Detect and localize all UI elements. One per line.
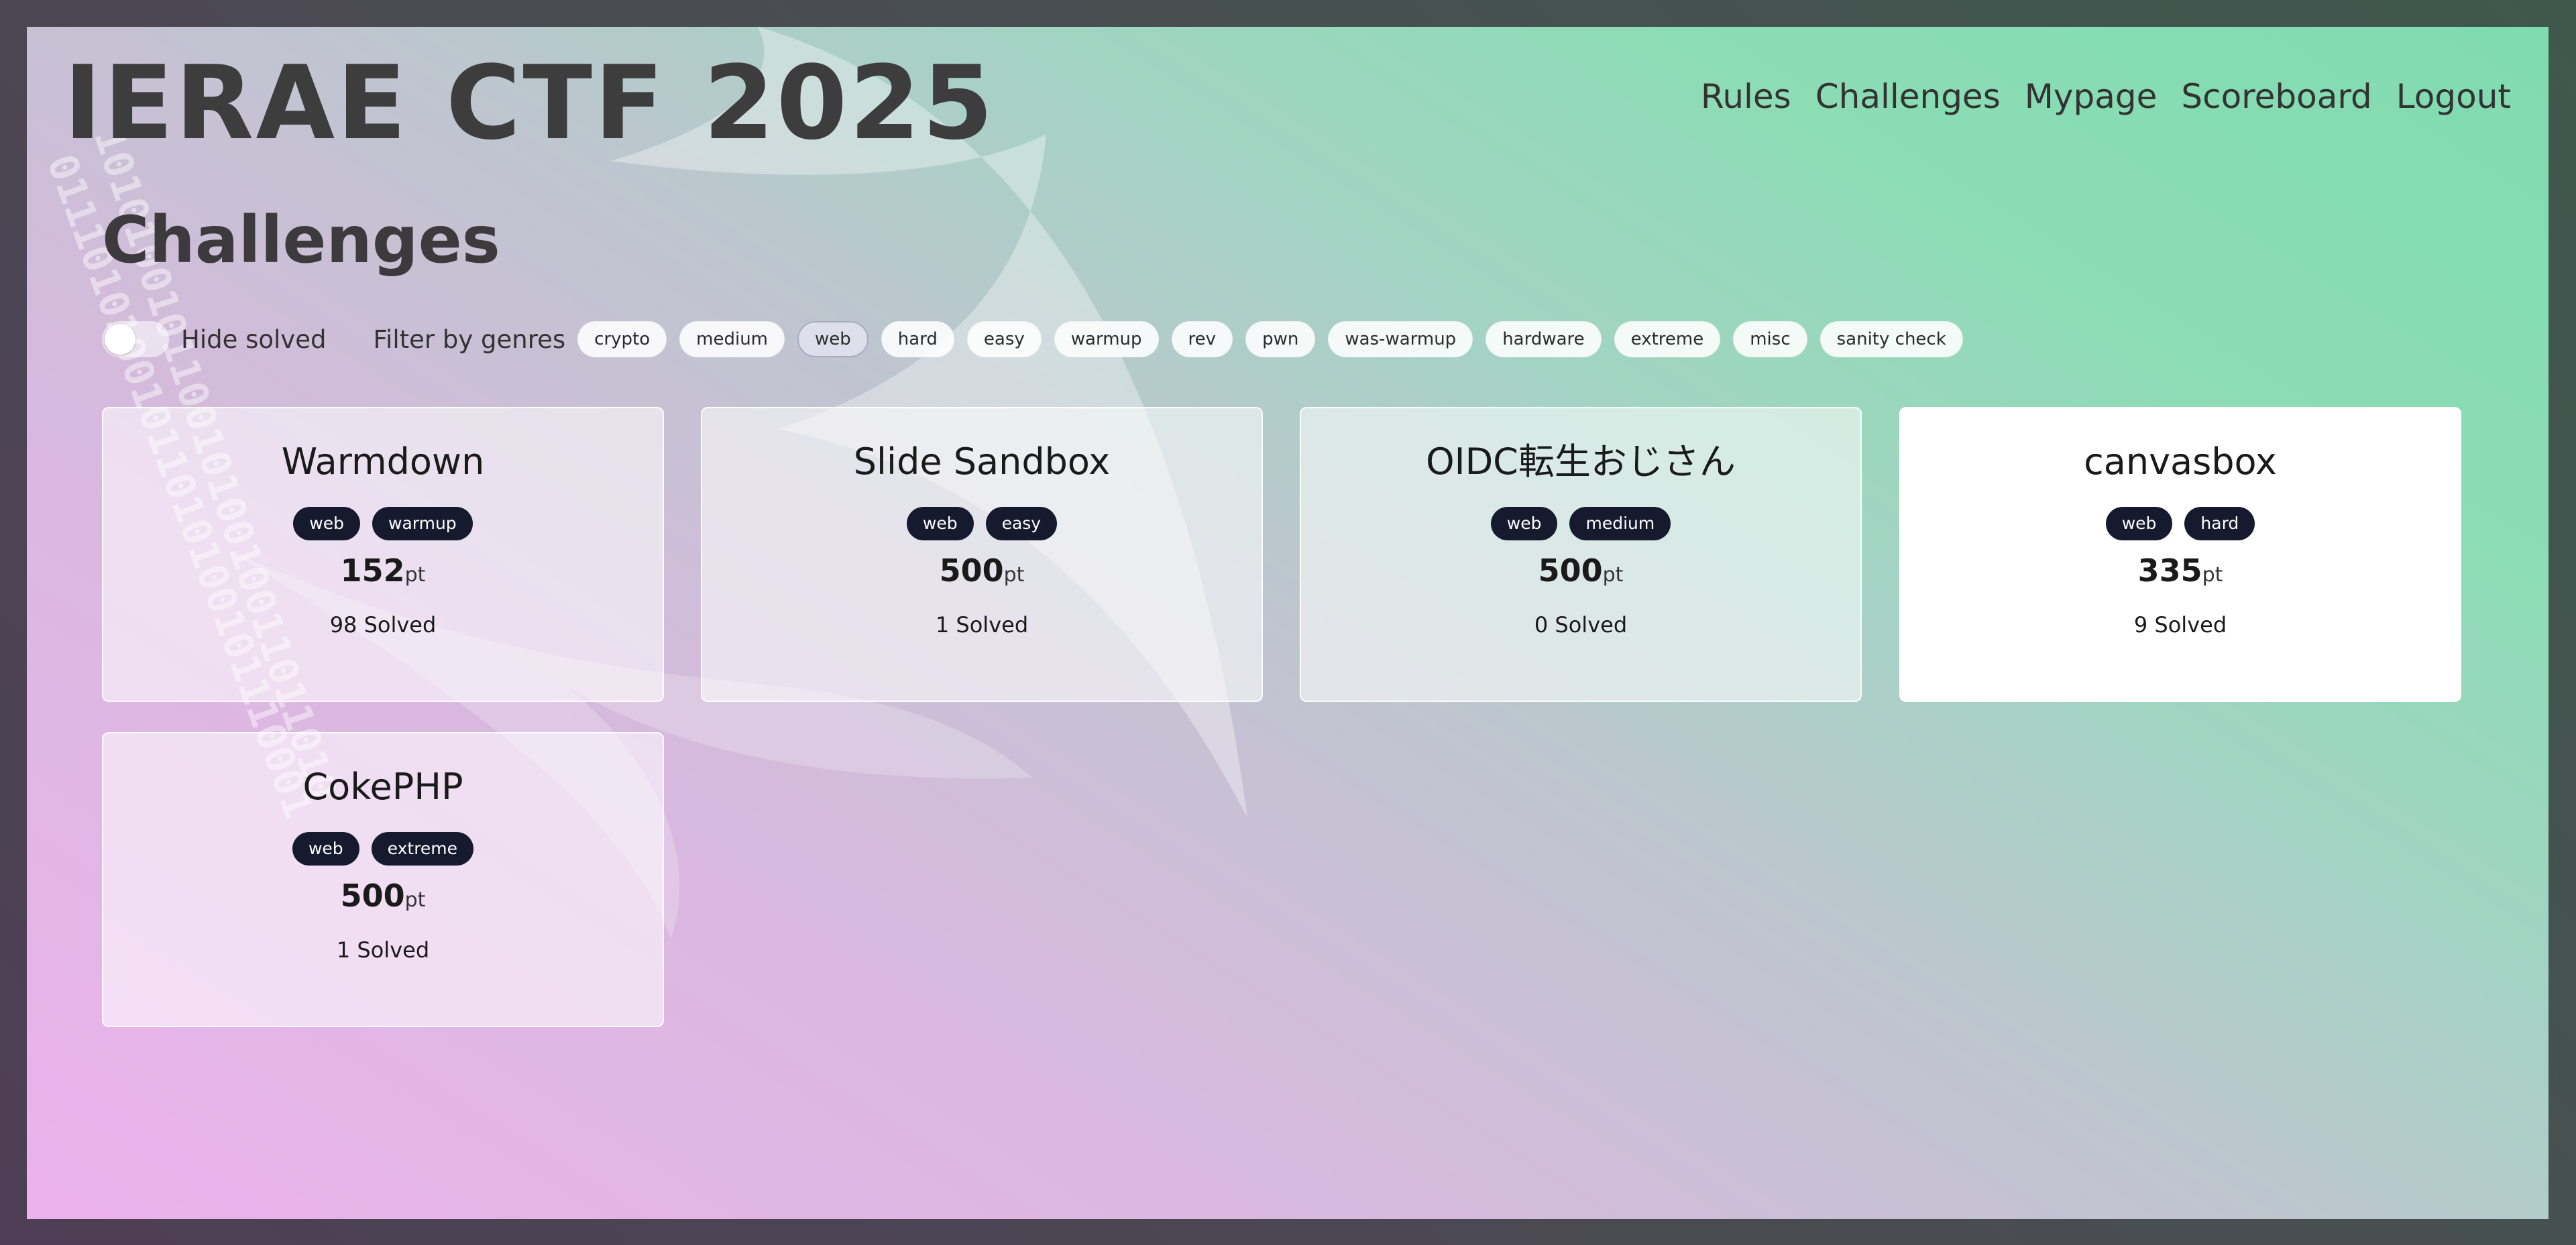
challenge-tags: web medium [1301,506,1860,540]
points-unit: pt [404,888,426,912]
nav-challenges[interactable]: Challenges [1815,77,2001,116]
challenge-tag: medium [1569,506,1671,540]
genre-chip-hard[interactable]: hard [881,321,954,357]
challenge-tag: web [2105,506,2173,540]
challenge-card-cokephp[interactable]: CokePHP web extreme 500pt 1 Solved [102,732,664,1027]
points-value: 500 [939,552,1004,589]
points-value: 152 [340,552,405,589]
challenge-name: canvasbox [2084,440,2277,483]
challenge-card-oidc[interactable]: OIDC転生おじさん web medium 500pt 0 Solved [1300,407,1862,702]
challenge-tags: web extreme [103,831,663,866]
genre-chip-web[interactable]: web [797,321,869,357]
points-value: 500 [1538,552,1603,589]
challenge-card-warmdown[interactable]: Warmdown web warmup 152pt 98 Solved [102,407,664,702]
challenge-points: 152pt [103,552,663,589]
genre-chip-rev[interactable]: rev [1171,321,1233,357]
challenge-points: 500pt [1301,552,1860,589]
solve-count: 1 Solved [336,937,430,963]
challenge-tag: easy [985,506,1058,540]
page-viewport: 01110101001011010100101110001 1010100101… [27,27,2549,1219]
challenge-points: 500pt [702,552,1262,589]
genre-chip-medium[interactable]: medium [679,321,785,357]
genre-chip-hardware[interactable]: hardware [1486,321,1602,357]
challenge-tags: web easy [702,506,1262,540]
nav-scoreboard[interactable]: Scoreboard [2181,77,2371,116]
genre-chip-warmup[interactable]: warmup [1054,321,1159,357]
toggle-knob [105,324,135,355]
challenge-points: 500pt [103,878,663,914]
genre-chip-misc[interactable]: misc [1733,321,1807,357]
nav-logout[interactable]: Logout [2396,77,2511,116]
hide-solved-toggle[interactable] [102,321,169,357]
challenge-tag: web [906,506,974,540]
points-unit: pt [1602,562,1624,587]
points-unit: pt [1003,562,1025,587]
points-unit: pt [404,562,426,587]
genre-chip-sanity-check[interactable]: sanity check [1819,321,1963,357]
nav-mypage[interactable]: Mypage [2025,77,2158,116]
challenge-card-slide-sandbox[interactable]: Slide Sandbox web easy 500pt 1 Solved [701,407,1263,702]
challenge-tag: web [293,506,360,540]
genre-chip-list: crypto medium web hard easy warmup rev p… [577,321,1963,357]
points-value: 335 [2137,552,2202,589]
site-title[interactable]: IERAE CTF 2025 [64,52,995,154]
genre-chip-easy[interactable]: easy [966,321,1042,357]
solve-count: 0 Solved [1534,611,1628,638]
points-unit: pt [2202,562,2223,587]
genre-chip-was-warmup[interactable]: was-warmup [1328,321,1473,357]
filter-by-genres-label: Filter by genres [373,324,566,354]
challenge-points: 335pt [1901,552,2460,589]
page-title: Challenges [102,202,500,278]
solve-count: 1 Solved [935,611,1029,638]
solve-count: 9 Solved [2133,611,2227,638]
challenge-tag: web [1490,506,1558,540]
genre-chip-extreme[interactable]: extreme [1614,321,1721,357]
challenge-tags: web warmup [103,506,663,540]
challenge-tags: web hard [1901,506,2460,540]
challenge-tag: warmup [372,506,473,540]
genre-chip-crypto[interactable]: crypto [577,321,667,357]
genre-chip-pwn[interactable]: pwn [1245,321,1316,357]
challenge-name: OIDC転生おじさん [1426,440,1736,483]
outer-frame: 01110101001011010100101110001 1010100101… [0,0,2576,1245]
hide-solved-label: Hide solved [181,324,327,354]
nav-rules[interactable]: Rules [1701,77,1791,116]
challenge-tag: web [292,831,359,866]
challenge-tag: hard [2184,506,2255,540]
challenge-card-canvasbox[interactable]: canvasbox web hard 335pt 9 Solved [1899,407,2461,702]
challenge-name: Warmdown [281,440,485,483]
points-value: 500 [340,877,405,914]
challenge-name: Slide Sandbox [853,440,1111,483]
challenge-tag: extreme [371,831,474,866]
filter-bar: Hide solved Filter by genres crypto medi… [102,319,1963,359]
challenge-name: CokePHP [302,766,463,808]
solve-count: 98 Solved [329,611,437,638]
main-nav: Rules Challenges Mypage Scoreboard Logou… [1701,77,2511,116]
